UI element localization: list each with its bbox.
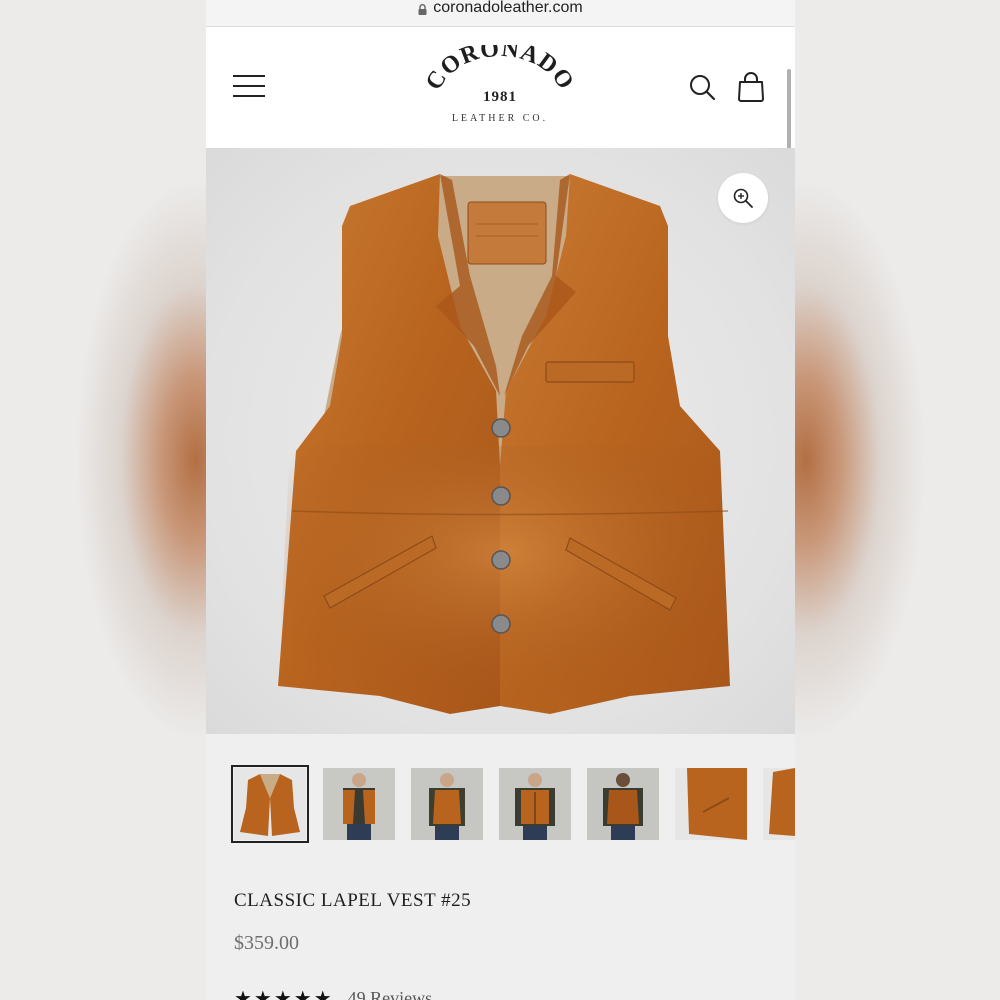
svg-text:CORONADO: CORONADO (425, 45, 575, 95)
logo-brand: CORONADO (425, 45, 575, 95)
blurred-backdrop-right (795, 0, 1000, 1000)
logo-subtitle: LEATHER CO. (451, 113, 549, 124)
thumbnail-model-front-pockets[interactable] (499, 768, 571, 840)
brand-logo[interactable]: CORONADO 1981 LEATHER CO. (425, 45, 575, 127)
thumbnail-model-side[interactable] (411, 768, 483, 840)
shopping-bag-icon[interactable] (736, 71, 766, 103)
browser-url-bar[interactable]: coronadoleather.com (206, 0, 795, 27)
zoom-in-icon[interactable] (718, 173, 768, 223)
product-image-main[interactable] (206, 148, 795, 734)
logo-arc-text: CORONADO (425, 45, 575, 95)
mobile-page: coronadoleather.com CORONADO 1981 LEATHE… (206, 0, 795, 1000)
thumbnail-strip (231, 765, 795, 844)
rating-stars: ★★★★★ (234, 987, 334, 1000)
thumbnail-model-back[interactable] (587, 768, 659, 840)
search-icon[interactable] (688, 73, 716, 101)
thumbnail-vest-detail-side[interactable] (763, 768, 795, 840)
thumbnail-vest-front[interactable] (231, 765, 309, 843)
product-reviews[interactable]: ★★★★★ 49 Reviews (234, 988, 432, 1000)
reviews-count[interactable]: 49 Reviews (348, 988, 433, 1000)
site-header: CORONADO 1981 LEATHER CO. (206, 27, 795, 203)
blurred-backdrop-left (0, 0, 206, 1000)
hamburger-icon[interactable] (233, 75, 265, 99)
lock-icon (418, 3, 427, 15)
logo-year: 1981 (483, 89, 517, 105)
product-title: CLASSIC LAPEL VEST #25 (234, 890, 472, 911)
thumbnail-vest-detail-pocket[interactable] (675, 768, 747, 840)
product-price: $359.00 (234, 932, 299, 954)
url-text: coronadoleather.com (433, 0, 583, 16)
vest-image (278, 174, 730, 714)
thumbnail-model-front-open[interactable] (323, 768, 395, 840)
